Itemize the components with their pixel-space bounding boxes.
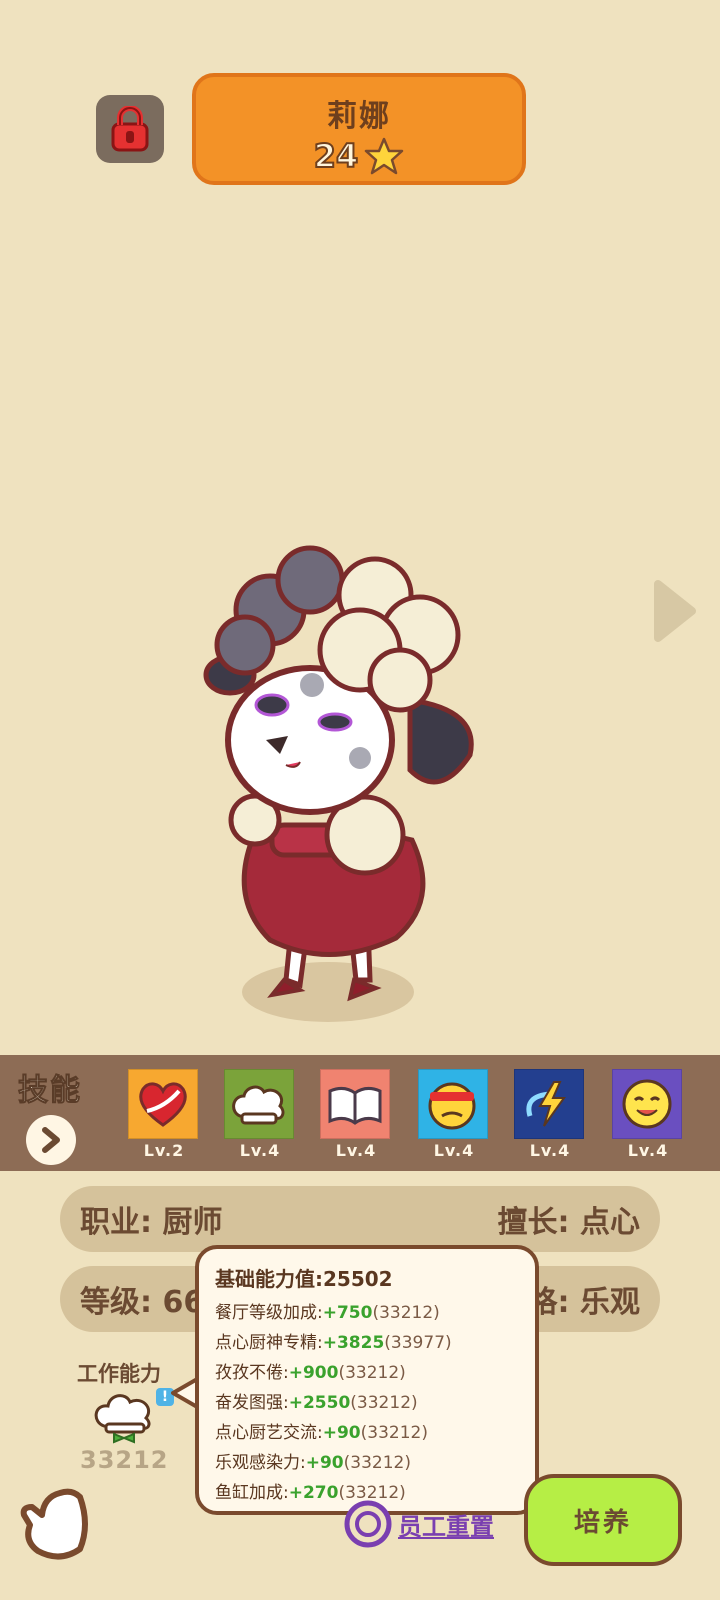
character-name: 莉娜: [327, 99, 391, 134]
row-total: (33212): [350, 1393, 418, 1413]
row-total: (33212): [360, 1423, 428, 1443]
reset-icon: [344, 1500, 392, 1548]
tooltip-row: 乐观感染力:+90(33212): [215, 1448, 535, 1478]
tooltip-row: 点心厨艺交流:+90(33212): [215, 1418, 535, 1448]
row-label: 孜孜不倦:: [215, 1363, 289, 1383]
lock-icon: [111, 106, 149, 152]
profession-row: 职业: 厨师 擅长: 点心: [60, 1186, 660, 1252]
skill-slot-6[interactable]: Lv.4: [612, 1069, 684, 1160]
skill-level: Lv.4: [239, 1141, 281, 1160]
tooltip-row: 餐厅等级加成:+750(33212): [215, 1298, 535, 1328]
work-ability-value: 33212: [80, 1446, 169, 1474]
row-label: 点心厨神专精:: [215, 1333, 323, 1353]
skill-slot-2[interactable]: Lv.4: [224, 1069, 296, 1160]
cultivate-button[interactable]: 培养: [524, 1474, 682, 1566]
staff-reset-label: 员工重置: [398, 1512, 494, 1541]
next-character-arrow-icon[interactable]: [650, 578, 698, 644]
smile-face-icon: [612, 1069, 682, 1139]
heart-arrow-icon: [128, 1069, 198, 1139]
skills-title: 技能: [18, 1073, 82, 1109]
lightning-swirl-icon: [514, 1069, 584, 1139]
tooltip-row: 点心厨神专精:+3825(33977): [215, 1328, 535, 1358]
skill-slot-3[interactable]: Lv.4: [320, 1069, 392, 1160]
row-bonus: +90: [305, 1453, 344, 1473]
skill-level: Lv.4: [529, 1141, 571, 1160]
skill-level: Lv.4: [433, 1141, 475, 1160]
row-total: (33212): [338, 1363, 406, 1383]
chevron-right-icon: [42, 1127, 60, 1153]
row-bonus: +3825: [322, 1333, 385, 1353]
row-label: 乐观感染力:: [215, 1453, 306, 1473]
star-count: 24: [313, 136, 360, 176]
skill-slot-5[interactable]: Lv.4: [514, 1069, 586, 1160]
row-bonus: +270: [288, 1483, 339, 1503]
skill-level: Lv.2: [143, 1141, 185, 1160]
tooltip-title: 基础能力值:25502: [215, 1267, 393, 1291]
skill-level: Lv.4: [335, 1141, 377, 1160]
row-label: 餐厅等级加成:: [215, 1303, 323, 1323]
row-bonus: +900: [288, 1363, 339, 1383]
profession-text: 职业: 厨师: [80, 1205, 223, 1240]
skill-level: Lv.4: [627, 1141, 669, 1160]
character-illustration: [203, 545, 474, 1022]
row-label: 点心厨艺交流:: [215, 1423, 323, 1443]
row-bonus: +750: [322, 1303, 373, 1323]
personality-text: 格: 乐观: [527, 1285, 640, 1320]
star-rating: 24: [196, 136, 522, 176]
level-text: 等级: 66: [80, 1285, 205, 1320]
back-hand-icon[interactable]: [20, 1485, 96, 1565]
tooltip-row: 孜孜不倦:+900(33212): [215, 1358, 535, 1388]
row-total: (33212): [372, 1303, 440, 1323]
row-total: (33977): [384, 1333, 452, 1353]
chef-hat-icon: [224, 1069, 294, 1139]
row-bonus: +90: [322, 1423, 361, 1443]
skill-slot-4[interactable]: Lv.4: [418, 1069, 490, 1160]
skills-bar: 技能 Lv.2 Lv.4 Lv.4 Lv.4 Lv.4 Lv.4: [0, 1055, 720, 1171]
staff-reset-link[interactable]: 员工重置: [344, 1500, 494, 1548]
row-bonus: +2550: [288, 1393, 351, 1413]
star-icon: [365, 137, 404, 175]
row-label: 鱼缸加成:: [215, 1483, 289, 1503]
skills-expand-button[interactable]: [26, 1115, 76, 1165]
row-total: (33212): [343, 1453, 411, 1473]
book-icon: [320, 1069, 390, 1139]
ability-breakdown-tooltip: 基础能力值:25502 餐厅等级加成:+750(33212) 点心厨神专精:+3…: [195, 1245, 539, 1515]
skill-slot-1[interactable]: Lv.2: [128, 1069, 200, 1160]
lock-button[interactable]: [96, 95, 164, 163]
specialty-text: 擅长: 点心: [497, 1205, 640, 1240]
row-label: 奋发图强:: [215, 1393, 289, 1413]
character-name-panel: 莉娜 24: [192, 73, 526, 185]
work-ability-label: 工作能力: [77, 1362, 161, 1386]
chef-hat-icon[interactable]: [92, 1392, 156, 1444]
tooltip-row: 奋发图强:+2550(33212): [215, 1388, 535, 1418]
headband-face-icon: [418, 1069, 488, 1139]
